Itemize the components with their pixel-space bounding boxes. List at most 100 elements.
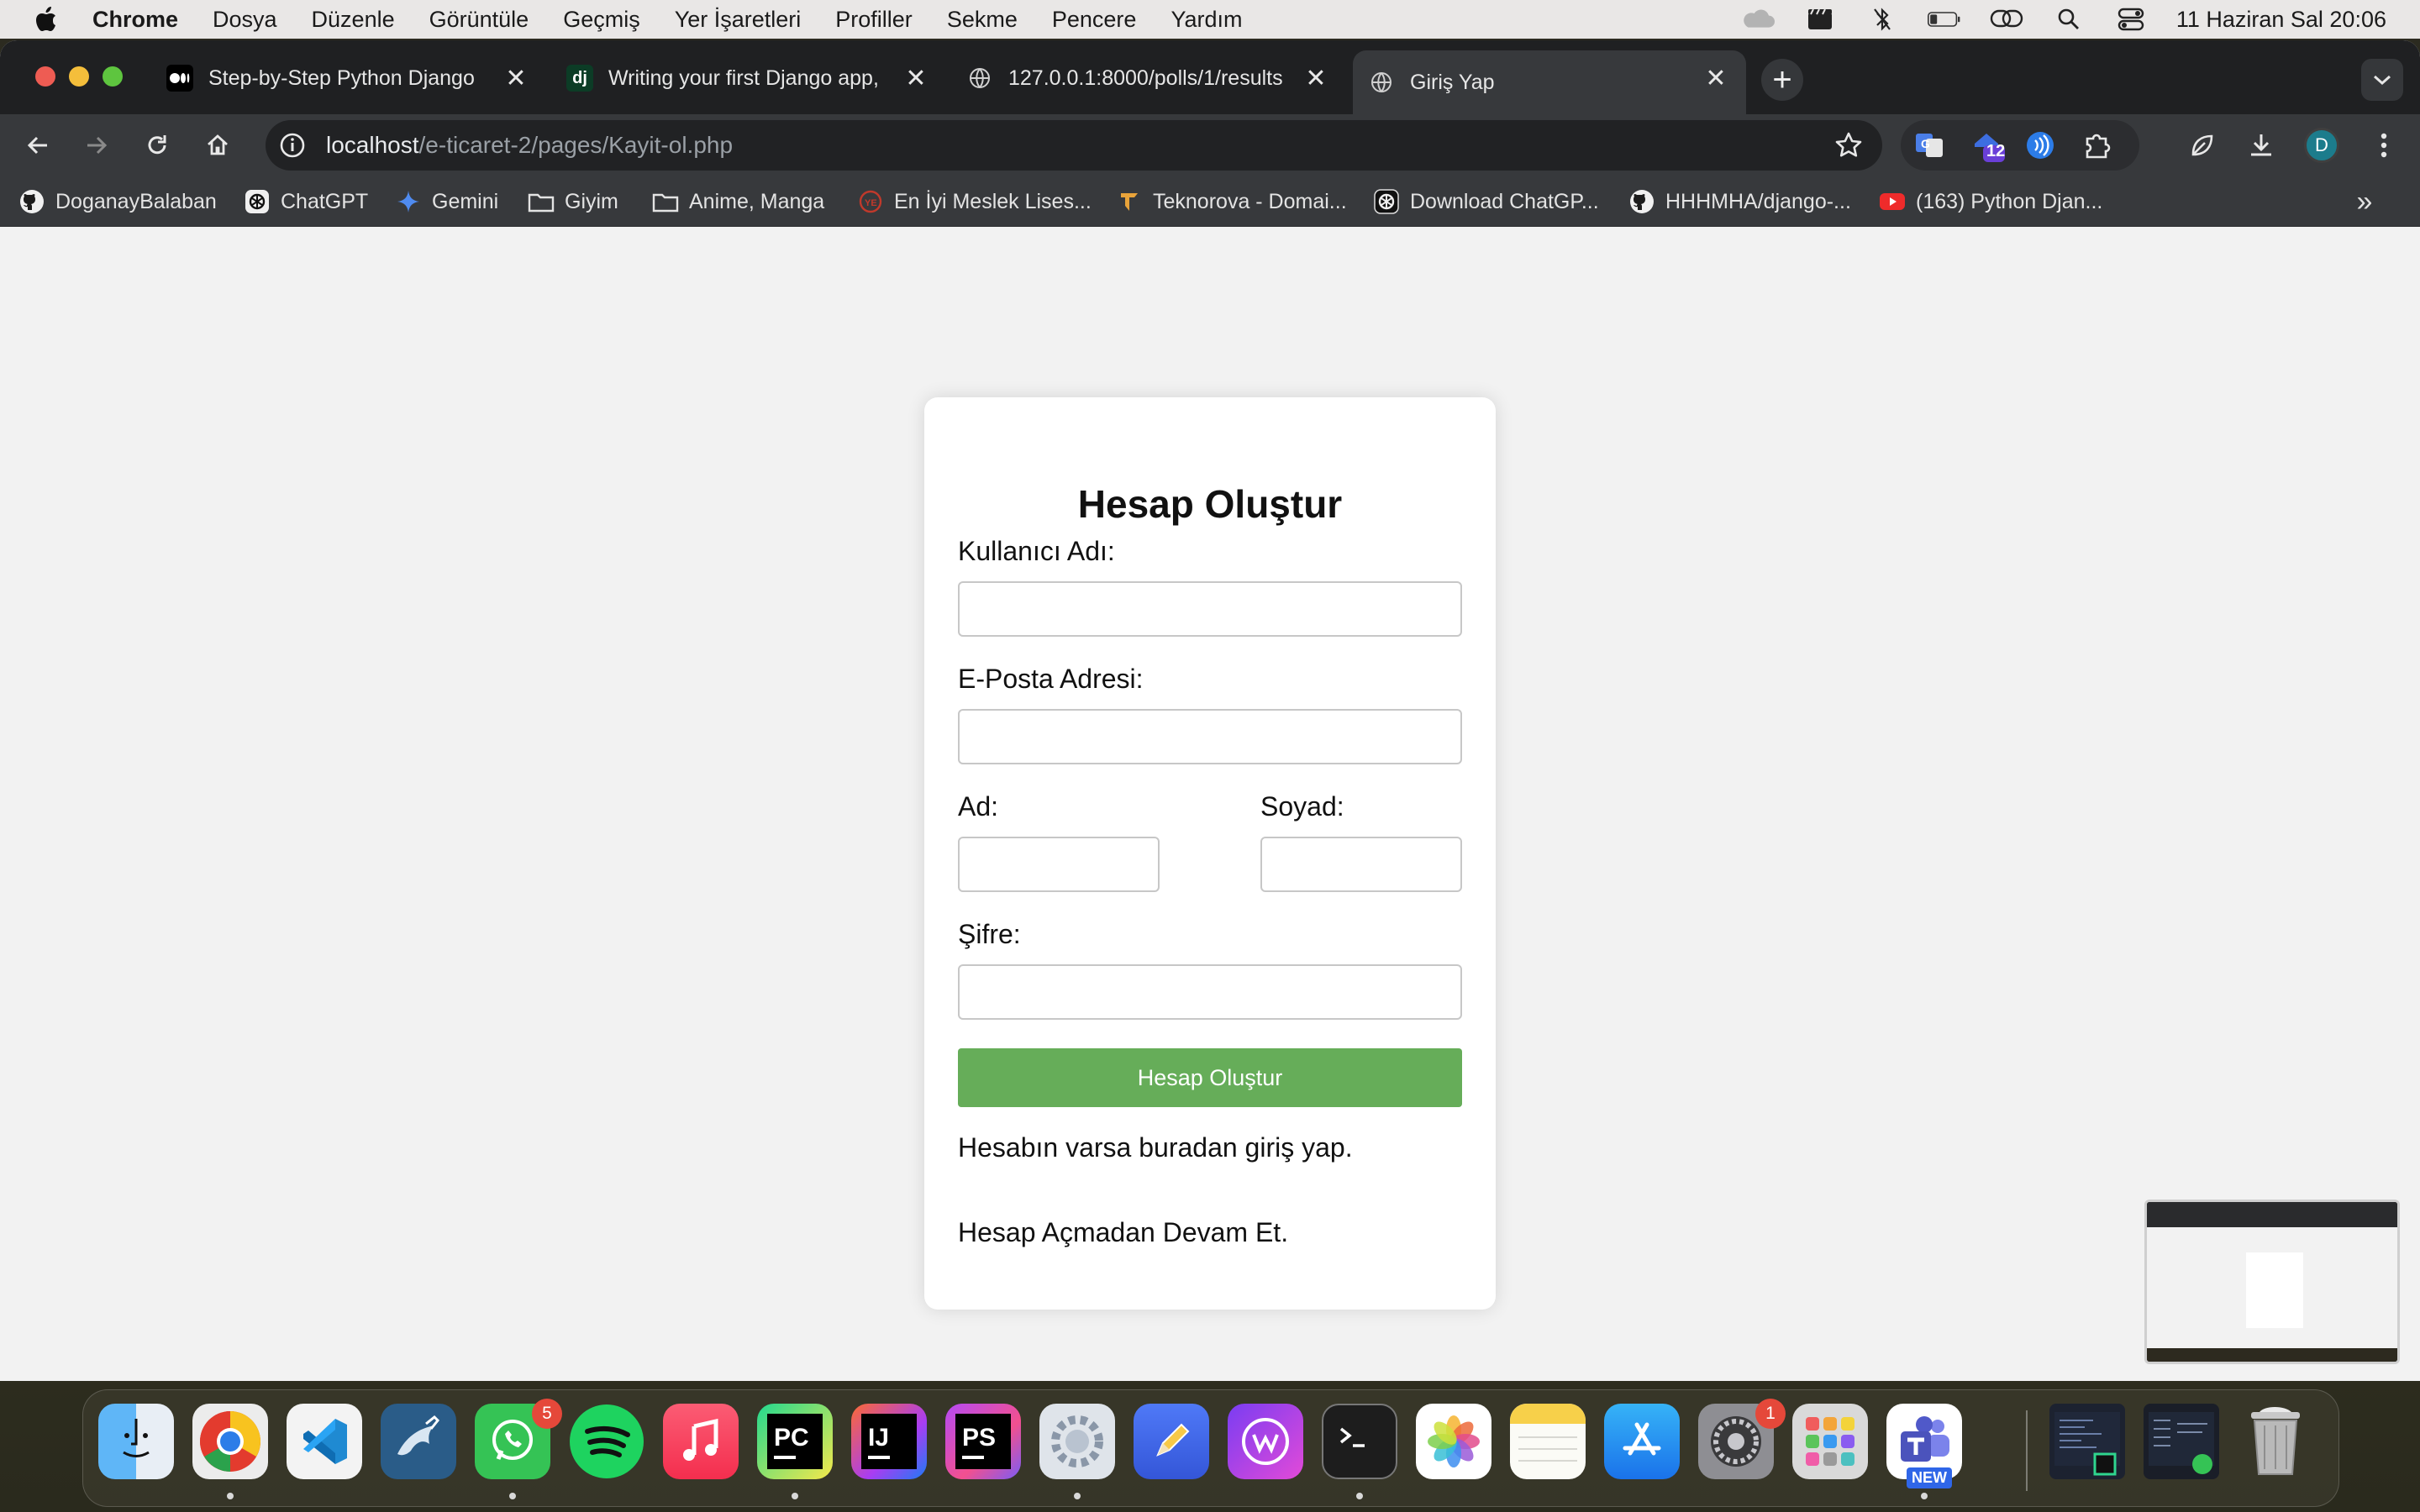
music-icon[interactable] bbox=[663, 1404, 739, 1479]
bookmark-label: ChatGPT bbox=[281, 189, 369, 213]
screen-mirroring-icon[interactable] bbox=[1990, 7, 2023, 32]
bookmark-star-icon[interactable] bbox=[1832, 129, 1865, 162]
bookmark-django-repo[interactable]: HHHMHA/django-... bbox=[1628, 185, 1851, 218]
battery-icon[interactable] bbox=[1927, 7, 1961, 32]
site-info-icon[interactable] bbox=[276, 129, 309, 162]
spotify-icon[interactable] bbox=[569, 1404, 644, 1479]
control-center-icon[interactable] bbox=[2114, 7, 2148, 32]
app-store-icon[interactable] bbox=[1604, 1404, 1680, 1479]
bookmark-anime-manga[interactable]: Anime, Manga bbox=[652, 185, 824, 218]
menu-yer-isaretleri[interactable]: Yer İşaretleri bbox=[675, 7, 802, 33]
tab-close-icon[interactable]: ✕ bbox=[1301, 63, 1331, 93]
vscode-icon[interactable] bbox=[287, 1404, 362, 1479]
chrome-menu-icon[interactable] bbox=[2363, 124, 2405, 166]
lastname-input[interactable] bbox=[1260, 837, 1462, 892]
menu-dosya[interactable]: Dosya bbox=[213, 7, 277, 33]
create-account-button[interactable]: Hesap Oluştur bbox=[958, 1048, 1462, 1107]
bookmark-label: HHHMHA/django-... bbox=[1665, 189, 1851, 213]
bookmark-download-chatgpt[interactable]: Download ChatGP... bbox=[1373, 185, 1599, 218]
tab-search-button[interactable] bbox=[2361, 59, 2403, 101]
login-link[interactable]: Hesabın varsa buradan giriş yap. bbox=[958, 1132, 1353, 1163]
bookmark-gemini[interactable]: Gemini bbox=[395, 185, 498, 218]
forward-button[interactable] bbox=[76, 124, 118, 166]
menu-profiller[interactable]: Profiller bbox=[835, 7, 913, 33]
email-input[interactable] bbox=[958, 709, 1462, 764]
gemini-icon bbox=[395, 188, 422, 215]
download-icon[interactable] bbox=[2240, 124, 2282, 166]
continue-without-account-link[interactable]: Hesap Açmadan Devam Et. bbox=[958, 1217, 1288, 1248]
extension-badge-icon[interactable]: 12 bbox=[1971, 129, 2005, 162]
username-label: Kullanıcı Adı: bbox=[958, 536, 1115, 566]
tab-close-icon[interactable]: ✕ bbox=[501, 63, 531, 93]
chrome-icon[interactable] bbox=[192, 1404, 268, 1479]
username-input[interactable] bbox=[958, 581, 1462, 637]
tab-giris-yap[interactable]: Giriş Yap ✕ bbox=[1353, 50, 1746, 114]
compressor-gear-icon[interactable] bbox=[1039, 1404, 1115, 1479]
screenshot-preview-thumbnail[interactable] bbox=[2144, 1200, 2400, 1364]
pycharm-icon[interactable]: PC bbox=[757, 1404, 833, 1479]
tab-writing-django-app[interactable]: dj Writing your first Django app, ✕ bbox=[551, 50, 946, 106]
mysql-workbench-icon[interactable] bbox=[381, 1404, 456, 1479]
minimized-pycharm-window-icon[interactable] bbox=[2049, 1404, 2125, 1479]
google-translate-icon[interactable]: G bbox=[1912, 129, 1946, 162]
trash-icon[interactable] bbox=[2238, 1404, 2313, 1479]
reload-button[interactable] bbox=[136, 124, 178, 166]
folder-icon bbox=[528, 188, 555, 215]
bookmark-doganaybalaban[interactable]: DoganayBalaban bbox=[18, 185, 217, 218]
tab-polls-results[interactable]: 127.0.0.1:8000/polls/1/results ✕ bbox=[951, 50, 1346, 106]
tab-close-icon[interactable]: ✕ bbox=[901, 63, 931, 93]
close-window-button[interactable] bbox=[35, 66, 55, 87]
phpstorm-icon[interactable]: PS bbox=[945, 1404, 1021, 1479]
zoom-window-button[interactable] bbox=[103, 66, 123, 87]
menu-duzenle[interactable]: Düzenle bbox=[312, 7, 395, 33]
finder-icon[interactable] bbox=[98, 1404, 174, 1479]
back-button[interactable] bbox=[17, 124, 59, 166]
bookmark-meslek-lisesi[interactable]: YE En İyi Meslek Lises... bbox=[857, 185, 1092, 218]
sidebar-icon[interactable] bbox=[2181, 124, 2223, 166]
chatgpt-icon bbox=[244, 188, 271, 215]
minimized-whatsapp-window-icon[interactable] bbox=[2144, 1404, 2219, 1479]
menu-yardim[interactable]: Yardım bbox=[1171, 7, 1242, 33]
bluetooth-off-icon[interactable] bbox=[1865, 7, 1899, 32]
notes-icon[interactable] bbox=[1510, 1404, 1586, 1479]
menu-pencere[interactable]: Pencere bbox=[1052, 7, 1137, 33]
bookmark-label: Teknorova - Domai... bbox=[1153, 189, 1347, 213]
menu-gecmis[interactable]: Geçmiş bbox=[563, 7, 640, 33]
password-input[interactable] bbox=[958, 964, 1462, 1020]
bookmark-giyim[interactable]: Giyim bbox=[528, 185, 618, 218]
bookmark-python-django-youtube[interactable]: (163) Python Djan... bbox=[1879, 185, 2102, 218]
tab-close-icon[interactable]: ✕ bbox=[1701, 63, 1731, 93]
launchpad-icon[interactable] bbox=[1792, 1404, 1868, 1479]
home-button[interactable] bbox=[197, 124, 239, 166]
url-text[interactable]: localhost/e-ticaret-2/pages/Kayit-ol.php bbox=[326, 132, 733, 159]
photos-icon[interactable] bbox=[1416, 1404, 1491, 1479]
bookmark-teknorova[interactable]: Teknorova - Domai... bbox=[1116, 185, 1347, 218]
tab-label: Step-by-Step Python Django bbox=[208, 66, 475, 90]
apple-menu-icon[interactable] bbox=[34, 7, 59, 32]
intellij-icon[interactable]: IJ bbox=[851, 1404, 927, 1479]
spotlight-search-icon[interactable] bbox=[2052, 7, 2086, 32]
read-aloud-icon[interactable] bbox=[2023, 129, 2057, 162]
bookmark-chatgpt[interactable]: ChatGPT bbox=[244, 185, 368, 218]
pencil-app-icon[interactable] bbox=[1134, 1404, 1209, 1479]
extensions-puzzle-icon[interactable] bbox=[2081, 129, 2114, 162]
menu-goruntule[interactable]: Görüntüle bbox=[429, 7, 529, 33]
more-bookmarks-chevron-icon[interactable]: » bbox=[2351, 186, 2378, 218]
terminal-icon[interactable] bbox=[1322, 1404, 1397, 1479]
firstname-input[interactable] bbox=[958, 837, 1160, 892]
extensions-group: G 12 bbox=[1901, 120, 2139, 171]
clapper-icon[interactable] bbox=[1803, 7, 1837, 32]
minimize-window-button[interactable] bbox=[69, 66, 89, 87]
wondershare-icon[interactable] bbox=[1228, 1404, 1303, 1479]
menubar-clock[interactable]: 11 Haziran Sal 20:06 bbox=[2176, 7, 2386, 33]
tab-step-by-step-django[interactable]: Step-by-Step Python Django ✕ bbox=[151, 50, 546, 106]
menu-sekme[interactable]: Sekme bbox=[947, 7, 1018, 33]
cloud-icon[interactable] bbox=[1741, 7, 1775, 32]
new-tab-button[interactable]: + bbox=[1761, 59, 1803, 101]
youtube-icon bbox=[1879, 188, 1906, 215]
running-indicator bbox=[1356, 1493, 1363, 1499]
whatsapp-badge: 5 bbox=[532, 1399, 562, 1429]
profile-avatar[interactable]: D bbox=[2304, 128, 2339, 163]
menu-app-name[interactable]: Chrome bbox=[92, 7, 178, 33]
address-bar[interactable]: localhost/e-ticaret-2/pages/Kayit-ol.php bbox=[266, 120, 1882, 171]
